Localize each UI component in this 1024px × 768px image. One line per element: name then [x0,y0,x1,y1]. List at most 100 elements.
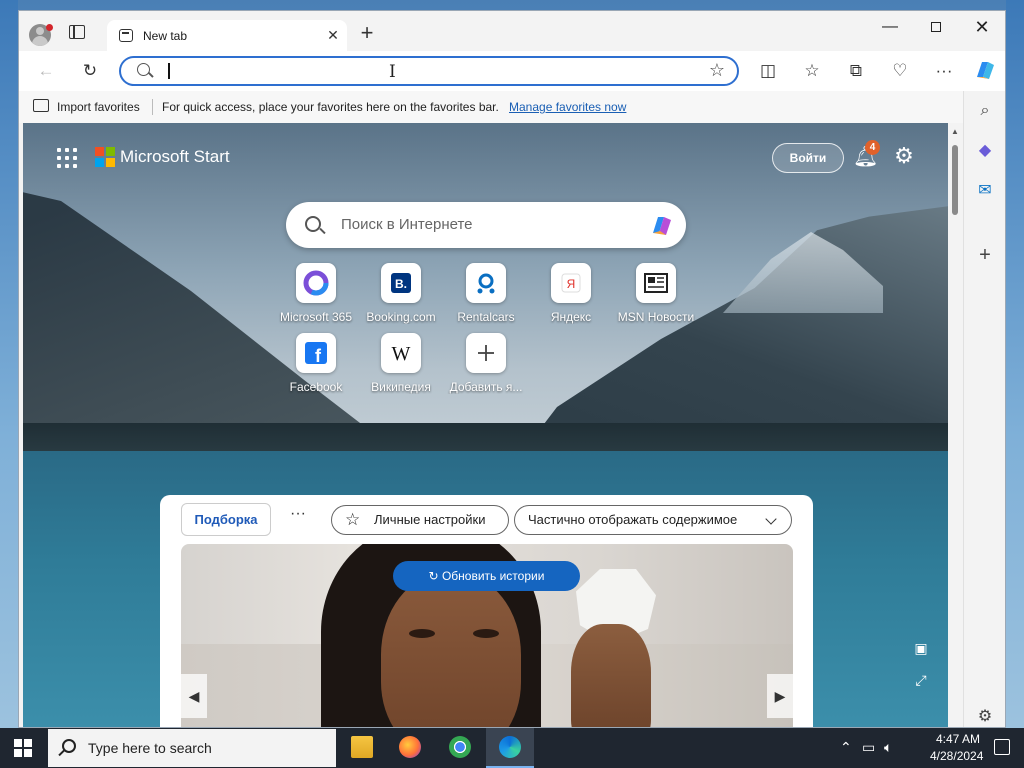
quick-link-label: Яндекс [550,310,592,324]
reload-icon[interactable]: ↻ [77,59,103,83]
sidebar-add-icon[interactable]: + [973,243,997,267]
booking-icon: B. [381,263,421,303]
notification-center-icon[interactable] [994,739,1010,755]
tab-feed-picks[interactable]: Подборка [181,503,271,536]
svg-text:f: f [315,346,322,366]
refresh-stories-label: Обновить истории [441,569,545,583]
story-image-eye [409,629,435,638]
browser-essentials-icon[interactable]: ♡ [887,59,913,83]
browser-window: New tab ✕ + — ✕ ← ↻ I ☆ ◫ ☆ ⧉ ♡ ··· Impo… [18,10,1006,728]
address-bar[interactable]: I ☆ [119,56,739,86]
quick-link-label: Википедия [371,380,431,394]
network-icon[interactable]: ▭ [862,739,875,756]
star-icon[interactable]: ☆ [709,60,725,81]
svg-text:Я: Я [567,277,576,291]
more-icon[interactable]: ··· [931,59,957,83]
personalize-label: Личные настройки [374,512,486,527]
news-feed: Подборка ··· Личные настройки Частично о… [160,495,813,727]
scrollbar-thumb[interactable] [952,145,958,215]
windows-start-icon[interactable] [14,739,32,757]
brand-title[interactable]: Microsoft Start [120,147,230,167]
tab-actions-icon[interactable] [69,25,85,39]
sign-in-button[interactable]: Войти [772,143,844,173]
search-placeholder: Поиск в Интернете [341,216,473,233]
scroll-up-icon[interactable]: ▲ [951,127,959,136]
search-icon [305,216,321,232]
taskbar-file-explorer[interactable] [338,728,386,768]
story-image-hand [571,624,651,727]
import-favorites-button[interactable]: Import favorites [57,100,140,114]
quick-link-yandex[interactable]: Я Яндекс [528,263,614,329]
quick-link-facebook[interactable]: f Facebook [273,333,359,399]
yandex-icon: Я [551,263,591,303]
file-explorer-icon [351,736,373,758]
quick-link-microsoft-365[interactable]: Microsoft 365 [273,263,359,329]
microsoft-logo-icon [95,147,115,167]
tab-new-tab[interactable]: New tab ✕ [107,20,347,51]
page-header: Microsoft Start Войти 🔔︎ 4 ⚙ [23,123,948,193]
carousel-prev-button[interactable]: ◀ [181,674,207,718]
edge-icon [499,736,521,758]
taskbar-chrome[interactable] [436,728,484,768]
close-window-button[interactable]: ✕ [959,11,1005,43]
quick-link-msn-news[interactable]: MSN Новости [613,263,699,329]
refresh-stories-button[interactable]: ↻ Обновить истории [393,561,580,591]
taskbar-edge[interactable] [486,728,534,768]
expand-icon[interactable]: ⤢ [912,671,930,689]
clock-date[interactable]: 4/28/2024 [930,749,983,763]
svg-text:W: W [392,343,411,365]
quick-links: Microsoft 365 B. Booking.com Rentalcars … [273,263,713,403]
title-bar: New tab ✕ + — ✕ [19,11,1005,51]
app-launcher-icon[interactable] [57,148,77,168]
background-image-icon[interactable]: ▣ [912,639,930,657]
quick-link-wikipedia[interactable]: W Википедия [358,333,444,399]
minimize-button[interactable]: — [867,11,913,43]
story-image-face [381,574,521,727]
page-scrollbar[interactable]: ▲ [948,123,962,727]
add-shortcut-button[interactable]: Добавить я... [443,333,529,399]
plus-icon [466,333,506,373]
quick-link-label: MSN Новости [617,310,695,324]
edge-sidebar: ⌕ ◆ ✉ + ⚙ [963,91,1005,727]
rentalcars-icon [466,263,506,303]
taskbar-firefox[interactable] [386,728,434,768]
quick-link-label: Facebook [289,380,343,394]
maximize-button[interactable] [913,11,959,43]
personalize-button[interactable]: Личные настройки [331,505,509,535]
clock-time[interactable]: 4:47 AM [936,732,980,746]
address-search-icon [137,63,150,76]
taskbar-search-text: Type here to search [88,740,212,756]
desktop-background-left [0,0,18,728]
feed-more-button[interactable]: ··· [290,505,306,523]
quick-link-booking[interactable]: B. Booking.com [358,263,444,329]
story-image-eye [473,629,499,638]
sidebar-search-icon[interactable]: ⌕ [973,99,997,123]
volume-muted-icon[interactable]: 🔈︎ [884,739,892,756]
settings-gear-icon[interactable]: ⚙ [891,143,917,169]
facebook-icon: f [296,333,336,373]
copilot-icon[interactable] [972,57,998,81]
story-card[interactable]: ↻ Обновить истории ◀ ▶ [181,544,793,727]
content-mode-dropdown[interactable]: Частично отображать содержимое [514,505,792,535]
carousel-next-button[interactable]: ▶ [767,674,793,718]
sidebar-outlook-icon[interactable]: ✉ [973,179,997,203]
quick-link-rentalcars[interactable]: Rentalcars [443,263,529,329]
content-mode-label: Частично отображать содержимое [528,512,738,527]
chevron-up-icon[interactable]: ⌃ [840,739,852,756]
favorites-hint: For quick access, place your favorites h… [162,100,499,114]
copilot-search-icon[interactable] [648,212,676,238]
split-screen-icon[interactable]: ◫ [755,59,781,83]
back-arrow-icon[interactable]: ← [33,59,59,83]
manage-favorites-link[interactable]: Manage favorites now [509,100,626,114]
taskbar-search-box[interactable]: Type here to search [48,729,336,767]
web-search-box[interactable]: Поиск в Интернете [286,202,686,248]
quick-link-label: Microsoft 365 [279,310,353,324]
sidebar-settings-icon[interactable]: ⚙ [973,705,997,727]
favorites-bar: Import favorites For quick access, place… [19,91,1005,123]
tab-title: New tab [143,29,188,43]
new-tab-button[interactable]: + [356,22,378,45]
tab-close-icon[interactable]: ✕ [325,27,341,43]
collections-icon[interactable]: ⧉ [843,59,869,83]
sidebar-microsoft-365-icon[interactable]: ◆ [973,139,997,163]
favorites-icon[interactable]: ☆ [799,59,825,83]
